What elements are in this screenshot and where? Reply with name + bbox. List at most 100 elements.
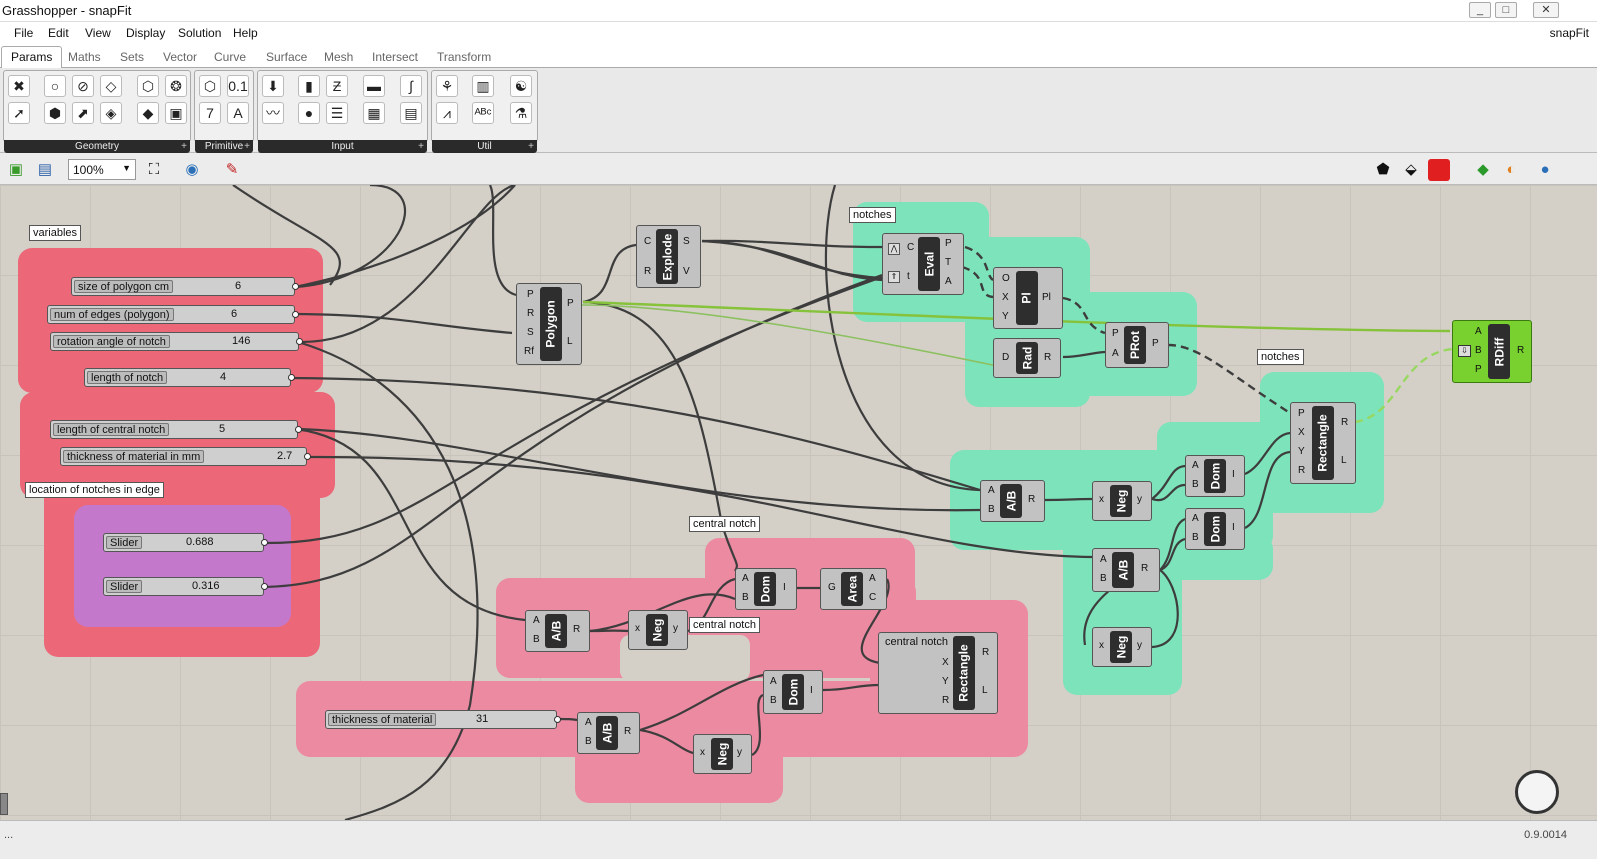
slider-num-of-edges[interactable]: num of edges (polygon) 6: [47, 305, 299, 324]
slider-output-grip[interactable]: [295, 426, 302, 433]
negative-component[interactable]: x Neg y: [693, 734, 752, 774]
radians-component[interactable]: D Rad R: [993, 338, 1061, 378]
division-component[interactable]: A B A/B R: [577, 712, 640, 754]
ruler-icon[interactable]: ⬙: [1400, 159, 1422, 181]
wire[interactable]: [1151, 483, 1186, 502]
sketch-brush-icon[interactable]: ✎: [221, 159, 243, 181]
tab-surface[interactable]: Surface: [266, 50, 307, 64]
domain-component[interactable]: A B Dom I: [735, 568, 797, 610]
slider-thickness-of-material[interactable]: thickness of material 31: [325, 710, 561, 729]
tab-curve[interactable]: Curve: [214, 50, 246, 64]
explode-component[interactable]: C R Explode S V: [636, 225, 701, 288]
wire[interactable]: [297, 185, 516, 344]
region-difference-component[interactable]: A ⇩ B P RDiff R: [1452, 320, 1532, 383]
negative-component[interactable]: x Neg y: [1092, 481, 1152, 521]
wire[interactable]: [964, 245, 994, 282]
wire[interactable]: [294, 312, 513, 335]
surface-param-icon[interactable]: ◈: [100, 102, 122, 124]
slider-output-grip[interactable]: [288, 374, 295, 381]
division-component[interactable]: A B A/B R: [1092, 548, 1160, 592]
matrix-icon[interactable]: ▦: [363, 102, 385, 124]
number-param-icon[interactable]: 0.1: [227, 75, 249, 97]
slider-location-2[interactable]: Slider 0.316: [103, 577, 268, 596]
slider-output-grip[interactable]: [296, 338, 303, 345]
flask-icon[interactable]: ⚗: [510, 102, 532, 124]
wire[interactable]: [232, 185, 341, 286]
domain-component[interactable]: A B Dom I: [763, 670, 823, 714]
slider-output-grip[interactable]: [261, 539, 268, 546]
slider-output-grip[interactable]: [304, 453, 311, 460]
circle-icon[interactable]: ○: [44, 75, 66, 97]
tab-params[interactable]: Params: [1, 46, 63, 69]
field-param-icon[interactable]: ▣: [165, 102, 187, 124]
slider-output-grip[interactable]: [292, 311, 299, 318]
group-label-notches-right[interactable]: notches: [1257, 349, 1304, 365]
group-label-variables[interactable]: variables: [29, 225, 82, 241]
mesh-param-icon[interactable]: ⬡: [137, 75, 159, 97]
record-icon[interactable]: [1428, 159, 1450, 181]
curve-param-icon[interactable]: ⊘: [72, 75, 94, 97]
wire[interactable]: [822, 683, 881, 692]
panel-icon[interactable]: ▤: [400, 102, 422, 124]
boolean-param-icon[interactable]: ⬡: [199, 75, 221, 97]
menu-file[interactable]: File: [14, 26, 33, 40]
rectangle-notch-component[interactable]: P X Y R Rectangle R L: [1290, 402, 1356, 484]
slider-location-1[interactable]: Slider 0.688: [103, 533, 268, 552]
text-param-icon[interactable]: A: [227, 102, 249, 124]
display-sphere-icon[interactable]: ●: [1534, 159, 1556, 181]
wire[interactable]: [1244, 450, 1291, 529]
group-label-central-notch-mid[interactable]: central notch: [689, 617, 760, 633]
wire[interactable]: [639, 728, 694, 755]
wire[interactable]: [582, 243, 637, 304]
wire[interactable]: [1062, 296, 1106, 335]
wire[interactable]: [961, 265, 994, 299]
menu-edit[interactable]: Edit: [48, 26, 69, 40]
chart-icon[interactable]: ⩘: [436, 102, 458, 124]
domain-component[interactable]: A B Dom I: [1185, 508, 1245, 550]
tab-vector[interactable]: Vector: [163, 50, 197, 64]
box-param-icon[interactable]: ◇: [100, 75, 122, 97]
tab-intersect[interactable]: Intersect: [372, 50, 418, 64]
prot-component[interactable]: P A PRot P: [1105, 322, 1169, 368]
plane-component[interactable]: O X Y Pl Pl: [993, 267, 1063, 329]
preview-color-icon[interactable]: ◐: [1500, 159, 1522, 181]
slider-output-grip[interactable]: [554, 716, 561, 723]
bake-icon[interactable]: ⬟: [1372, 159, 1394, 181]
rectangle-central-component[interactable]: central notch X Y R Rectangle R L: [878, 632, 998, 714]
division-component[interactable]: A B A/B R: [980, 480, 1045, 522]
wire[interactable]: [488, 185, 517, 297]
menu-view[interactable]: View: [85, 26, 111, 40]
zoom-extents-icon[interactable]: ⛶: [143, 159, 165, 181]
negative-component[interactable]: x Neg y: [628, 610, 688, 650]
wire[interactable]: [581, 304, 1041, 376]
slider-size-of-polygon[interactable]: size of polygon cm 6: [71, 277, 299, 296]
eval-component[interactable]: ⋀ C ⇑ t Eval P T A: [882, 233, 964, 295]
plane-param-icon[interactable]: ⬢: [44, 102, 66, 124]
galapagos-icon[interactable]: ☯: [510, 75, 532, 97]
group-label-notches-top[interactable]: notches: [849, 207, 896, 223]
wire[interactable]: [751, 693, 764, 756]
wire[interactable]: [1044, 497, 1093, 502]
integer-param-icon[interactable]: 7: [199, 102, 221, 124]
zoom-dropdown[interactable]: 100% ▼: [68, 159, 136, 180]
minimize-button[interactable]: _: [1469, 2, 1491, 18]
text-tag-icon[interactable]: ᴬᴮᶜ: [472, 102, 494, 124]
tab-mesh[interactable]: Mesh: [324, 50, 353, 64]
menu-solution[interactable]: Solution: [178, 26, 221, 40]
group-label-central-notch-top[interactable]: central notch: [689, 516, 760, 532]
slider-output-grip[interactable]: [261, 583, 268, 590]
toggle-icon[interactable]: ▮: [298, 75, 320, 97]
slider-icon[interactable]: Ƶ: [326, 75, 348, 97]
wire[interactable]: [1354, 347, 1453, 424]
preview-eye-icon[interactable]: ◉: [181, 159, 203, 181]
polygon-component[interactable]: P R S Rf Polygon P L: [516, 283, 582, 365]
brep-param-icon[interactable]: ◆: [137, 102, 159, 124]
wire[interactable]: [306, 455, 1093, 559]
audio-icon[interactable]: 〰: [262, 102, 284, 124]
wire[interactable]: [1062, 350, 1106, 359]
domain-component[interactable]: A B Dom I: [1185, 455, 1245, 497]
canvas-scroll-handle[interactable]: [0, 793, 8, 815]
menu-display[interactable]: Display: [126, 26, 165, 40]
wire[interactable]: [297, 427, 981, 512]
slider-output-grip[interactable]: [292, 283, 299, 290]
